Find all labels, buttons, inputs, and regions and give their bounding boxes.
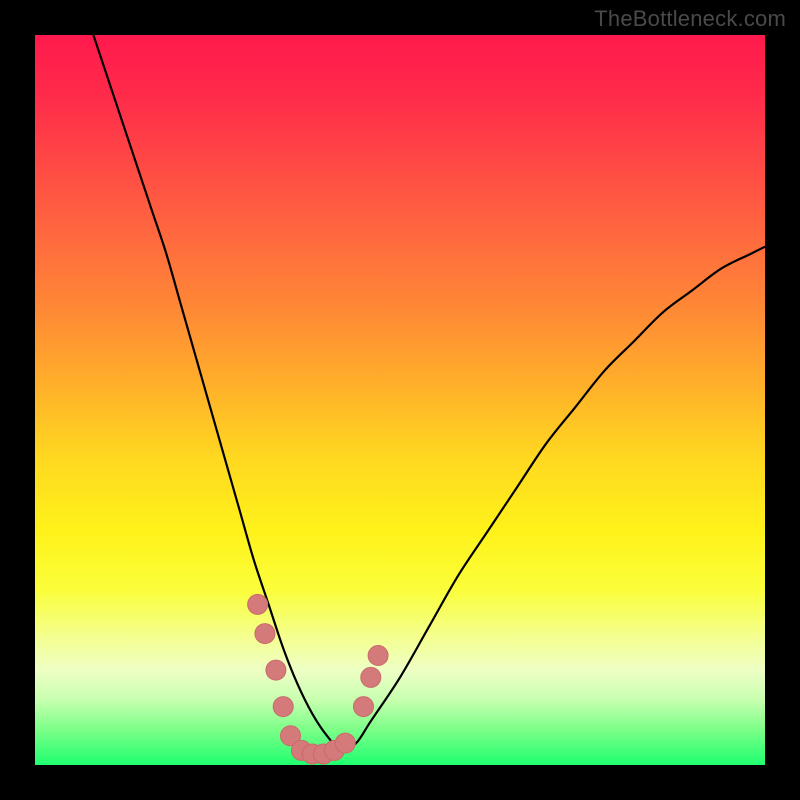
curve-svg	[35, 35, 765, 765]
marker-dot	[273, 697, 293, 717]
curve-markers	[248, 594, 388, 764]
marker-dot	[266, 660, 286, 680]
watermark-text: TheBottleneck.com	[594, 6, 786, 32]
marker-dot	[255, 624, 275, 644]
marker-dot	[368, 646, 388, 666]
marker-dot	[248, 594, 268, 614]
marker-dot	[335, 733, 355, 753]
marker-dot	[354, 697, 374, 717]
marker-dot	[361, 667, 381, 687]
bottleneck-curve	[93, 35, 765, 751]
chart-frame: TheBottleneck.com	[0, 0, 800, 800]
plot-area	[35, 35, 765, 765]
